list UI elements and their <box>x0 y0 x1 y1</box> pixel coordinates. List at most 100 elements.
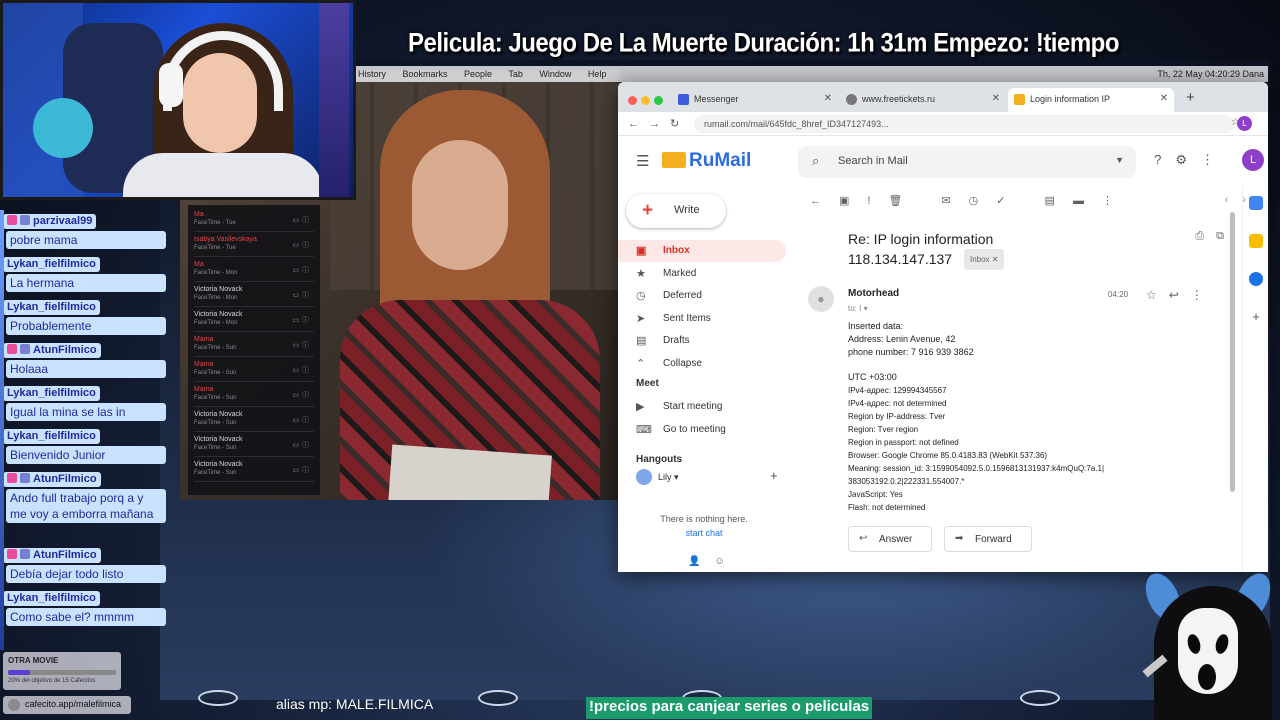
chat-message: Lykan_fielfilmico Como sabe el? mmmm <box>0 591 168 634</box>
url-text: rumail.com/mail/645fdc_8href_ID347127493… <box>704 119 889 129</box>
facetime-row[interactable]: Mama FaceTime - Sun ▭ⓘ <box>194 332 314 357</box>
recipient-line[interactable]: to: I ▾ <box>848 304 868 313</box>
minimize-window-button[interactable] <box>641 96 650 105</box>
tab-messenger[interactable]: Messenger ✕ <box>672 88 838 112</box>
sidebar-item-drafts[interactable]: ▤ Drafts <box>618 330 786 352</box>
keep-icon[interactable] <box>1249 234 1263 248</box>
header-icons[interactable]: ?⚙⋮ <box>1154 152 1228 168</box>
start-chat-link[interactable]: start chat <box>644 528 764 538</box>
stitch-plush <box>33 98 93 158</box>
chat-username[interactable]: parzivaal99 <box>3 214 97 229</box>
chat-username[interactable]: AtunFilmico <box>3 548 101 563</box>
profile-avatar[interactable]: L <box>1237 116 1252 131</box>
close-icon[interactable]: ✕ <box>992 93 1000 104</box>
go-to-meeting-item[interactable]: ⌨ Go to meeting <box>618 419 786 441</box>
tab-login-information[interactable]: Login information IP ✕ <box>1008 88 1174 112</box>
sidebar-item-marked[interactable]: ★ Marked <box>618 263 786 285</box>
video-call-icon[interactable]: ▭ⓘ <box>292 465 312 475</box>
close-icon[interactable]: ✕ <box>1160 93 1168 104</box>
menu-items[interactable]: History Bookmarks People Tab Window Help <box>358 69 606 79</box>
chat-username-text: AtunFilmico <box>33 549 97 561</box>
calendar-icon[interactable] <box>1249 196 1263 210</box>
facetime-row[interactable]: Victoria Novack FaceTime - Mon ▭ⓘ <box>194 282 314 307</box>
url-field[interactable]: rumail.com/mail/645fdc_8href_ID347127493… <box>694 115 1234 133</box>
body-line: Browser: Google Chrome 85.0.4183.83 (Web… <box>848 451 1048 460</box>
chat-username[interactable]: Lykan_fielfilmico <box>3 429 100 444</box>
clock-icon: ◷ <box>636 290 646 303</box>
chat-username[interactable]: Lykan_fielfilmico <box>3 257 100 272</box>
chat-message: Lykan_fielfilmico Probablemente <box>0 300 168 343</box>
facetime-row[interactable]: Victoria Novack FaceTime - Sun ▭ⓘ <box>194 407 314 432</box>
sidebar-item-collapse[interactable]: ⌃ Collapse <box>618 353 786 375</box>
answer-button[interactable]: ↩ Answer <box>848 526 932 552</box>
chat-message: Lykan_fielfilmico Bienvenido Junior <box>0 429 168 472</box>
facetime-row[interactable]: Victoria Novack FaceTime - Mon ▭ⓘ <box>194 307 314 332</box>
video-call-icon[interactable]: ▭ⓘ <box>292 365 312 375</box>
facetime-row[interactable]: Isabya Vasilevskaya FaceTime - Tue ▭ⓘ <box>194 232 314 257</box>
video-call-icon[interactable]: ▭ⓘ <box>292 240 312 250</box>
forward-button[interactable]: ➡ Forward <box>944 526 1032 552</box>
video-call-icon[interactable]: ▭ⓘ <box>292 415 312 425</box>
video-call-icon[interactable]: ▭ⓘ <box>292 215 312 225</box>
chat-username[interactable]: AtunFilmico <box>3 472 101 487</box>
video-icon: ▶ <box>636 401 645 413</box>
facetime-row[interactable]: Mama FaceTime - Sun ▭ⓘ <box>194 357 314 382</box>
facetime-row[interactable]: Victoria Novack FaceTime - Sun ▭ⓘ <box>194 457 314 482</box>
video-call-icon[interactable]: ▭ⓘ <box>292 315 312 325</box>
recipient-text: to: I <box>848 304 862 313</box>
new-tab-button[interactable]: + <box>1186 89 1195 106</box>
brand-logo[interactable]: RuMail <box>662 150 751 172</box>
sender-name[interactable]: Motorhead <box>848 288 899 299</box>
menu-icon[interactable]: ☰ <box>636 152 649 170</box>
video-call-icon[interactable]: ▭ⓘ <box>292 265 312 275</box>
hangouts-bottom-icons[interactable]: 👤☺ <box>688 556 739 567</box>
write-button[interactable]: + Write <box>626 194 726 228</box>
message-toolbar[interactable]: ←▣!🗑 ✉◷✓ ▤▬⋮ <box>810 194 1131 207</box>
chat-username[interactable]: AtunFilmico <box>3 343 101 358</box>
chat-username[interactable]: Lykan_fielfilmico <box>3 386 100 401</box>
tab-label: Login information IP <box>1030 94 1111 104</box>
video-call-icon[interactable]: ▭ⓘ <box>292 290 312 300</box>
inbox-label-badge[interactable]: Inbox ✕ <box>963 249 1005 270</box>
chat-username-text: Lykan_fielfilmico <box>7 258 96 270</box>
hangouts-user[interactable]: Lily ▾ <box>636 469 679 485</box>
prices-banner: !precios para canjear series o peliculas <box>586 697 873 719</box>
video-call-icon[interactable]: ▭ⓘ <box>292 440 312 450</box>
stream-title: Pelicula: Juego De La Muerte Duración: 1… <box>408 28 1119 59</box>
body-line: UTC +03:00 <box>848 372 897 382</box>
tab-freetickets[interactable]: www.freetickets.ru ✕ <box>840 88 1006 112</box>
zoom-window-button[interactable] <box>654 96 663 105</box>
chat-username-text: AtunFilmico <box>33 344 97 356</box>
add-chat-icon[interactable]: + <box>770 468 778 483</box>
facetime-row[interactable]: Mama FaceTime - Sun ▭ⓘ <box>194 382 314 407</box>
close-icon[interactable]: ✕ <box>824 93 832 104</box>
goal-progress-text: 20% del objetivo de 15 Cafecitos <box>8 678 96 684</box>
facetime-row[interactable]: Ma FaceTime - Mon ▭ⓘ <box>194 257 314 282</box>
stage-light <box>198 690 238 706</box>
empty-chat-text: There is nothing here. <box>660 514 748 524</box>
chat-username[interactable]: Lykan_fielfilmico <box>3 591 100 606</box>
cafecito-link[interactable]: cafecito.app/malefilmica <box>3 696 131 714</box>
close-window-button[interactable] <box>628 96 637 105</box>
scrollbar[interactable] <box>1230 212 1235 492</box>
chevron-down-icon[interactable]: ▼ <box>1115 155 1124 165</box>
video-call-icon[interactable]: ▭ⓘ <box>292 390 312 400</box>
nav-buttons[interactable]: ←→↻ <box>628 117 689 130</box>
donation-goal: OTRA MOVIE 20% del objetivo de 15 Cafeci… <box>3 652 121 690</box>
hangouts-heading: Hangouts <box>636 454 683 465</box>
tasks-icon[interactable] <box>1249 272 1263 286</box>
sidebar-item-deferred[interactable]: ◷ Deferred <box>618 285 786 307</box>
chat-text: Como sabe el? mmmm <box>6 608 166 626</box>
account-avatar[interactable]: L <box>1242 149 1264 171</box>
video-call-icon[interactable]: ▭ⓘ <box>292 340 312 350</box>
facetime-row[interactable]: Ma FaceTime - Tue ▭ⓘ <box>194 207 314 232</box>
write-label: Write <box>674 204 700 216</box>
sidebar-item-inbox[interactable]: ▣ Inbox <box>618 240 786 262</box>
start-meeting-item[interactable]: ▶ Start meeting <box>618 396 786 418</box>
facetime-row[interactable]: Victoria Novack FaceTime - Sun ▭ⓘ <box>194 432 314 457</box>
sidebar-item-sent-items[interactable]: ➤ Sent Items <box>618 308 786 330</box>
chat-username[interactable]: Lykan_fielfilmico <box>3 300 100 315</box>
search-input[interactable]: ⌕ Search in Mail ▼ <box>798 146 1136 178</box>
message-actions[interactable]: ☆↩⋮ <box>1146 288 1215 302</box>
add-addon-icon[interactable]: + <box>1249 310 1263 324</box>
